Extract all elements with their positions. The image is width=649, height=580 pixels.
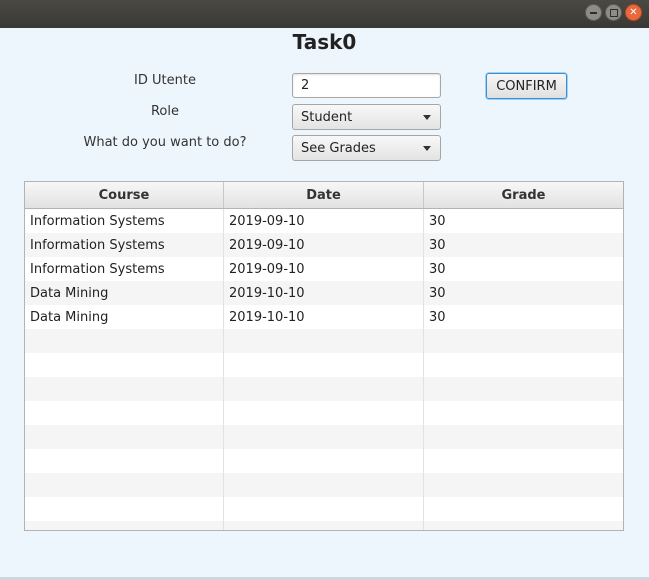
minimize-icon <box>590 11 597 14</box>
table-cell-course: Data Mining <box>25 281 224 305</box>
minimize-button[interactable] <box>585 4 602 21</box>
table-row[interactable]: Information Systems 2019-09-10 30 <box>25 257 623 281</box>
empty-table-row <box>25 473 623 497</box>
close-icon: ✕ <box>629 6 638 18</box>
table-row[interactable]: Information Systems 2019-09-10 30 <box>25 209 623 233</box>
table-cell-grade: 30 <box>429 309 446 325</box>
table-cell-date: 2019-10-10 <box>224 281 424 305</box>
table-cell-course: Information Systems <box>25 257 224 281</box>
dropdown-arrow-icon <box>423 146 431 151</box>
table-row[interactable]: Information Systems 2019-09-10 30 <box>25 233 623 257</box>
table-cell-grade: 30 <box>429 285 446 301</box>
table-cell-grade: 30 <box>429 213 446 229</box>
page-title: Task0 <box>292 30 357 54</box>
table-cell-grade: 30 <box>429 237 446 253</box>
empty-table-row <box>25 377 623 401</box>
empty-table-row <box>25 401 623 425</box>
empty-table-row <box>25 449 623 473</box>
window-titlebar: ✕ <box>0 0 649 28</box>
close-button[interactable]: ✕ <box>625 4 642 21</box>
role-select[interactable]: Student <box>292 104 441 130</box>
table-cell-course: Data Mining <box>25 305 224 329</box>
action-label: What do you want to do? <box>83 135 247 150</box>
table-body: Information Systems 2019-09-10 30 Inform… <box>25 209 623 530</box>
table-cell-course: Information Systems <box>25 233 224 257</box>
table-cell-date: 2019-09-10 <box>224 209 424 233</box>
role-select-value: Student <box>301 109 353 125</box>
id-utente-label: ID Utente <box>134 73 196 88</box>
table-cell-date: 2019-10-10 <box>224 305 424 329</box>
empty-table-row <box>25 353 623 377</box>
empty-table-row <box>25 425 623 449</box>
window-controls: ✕ <box>585 4 642 21</box>
table-header: Course Date Grade <box>25 182 623 209</box>
maximize-icon <box>609 8 618 17</box>
id-utente-input[interactable] <box>292 73 441 98</box>
table-cell-grade: 30 <box>429 261 446 277</box>
confirm-button[interactable]: CONFIRM <box>486 73 567 99</box>
maximize-button[interactable] <box>605 4 622 21</box>
action-select-value: See Grades <box>301 140 376 156</box>
empty-table-row <box>25 329 623 353</box>
table-cell-course: Information Systems <box>25 209 224 233</box>
grades-table[interactable]: Course Date Grade Information Systems 20… <box>24 181 624 531</box>
table-row[interactable]: Data Mining 2019-10-10 30 <box>25 305 623 329</box>
table-cell-date: 2019-09-10 <box>224 257 424 281</box>
table-cell-date: 2019-09-10 <box>224 233 424 257</box>
action-select[interactable]: See Grades <box>292 135 441 161</box>
column-header-date[interactable]: Date <box>224 182 424 208</box>
empty-table-row <box>25 497 623 521</box>
dropdown-arrow-icon <box>423 115 431 120</box>
empty-table-row <box>25 521 623 530</box>
role-label: Role <box>150 104 179 119</box>
column-header-grade[interactable]: Grade <box>424 182 623 208</box>
column-header-course[interactable]: Course <box>25 182 224 208</box>
table-row[interactable]: Data Mining 2019-10-10 30 <box>25 281 623 305</box>
